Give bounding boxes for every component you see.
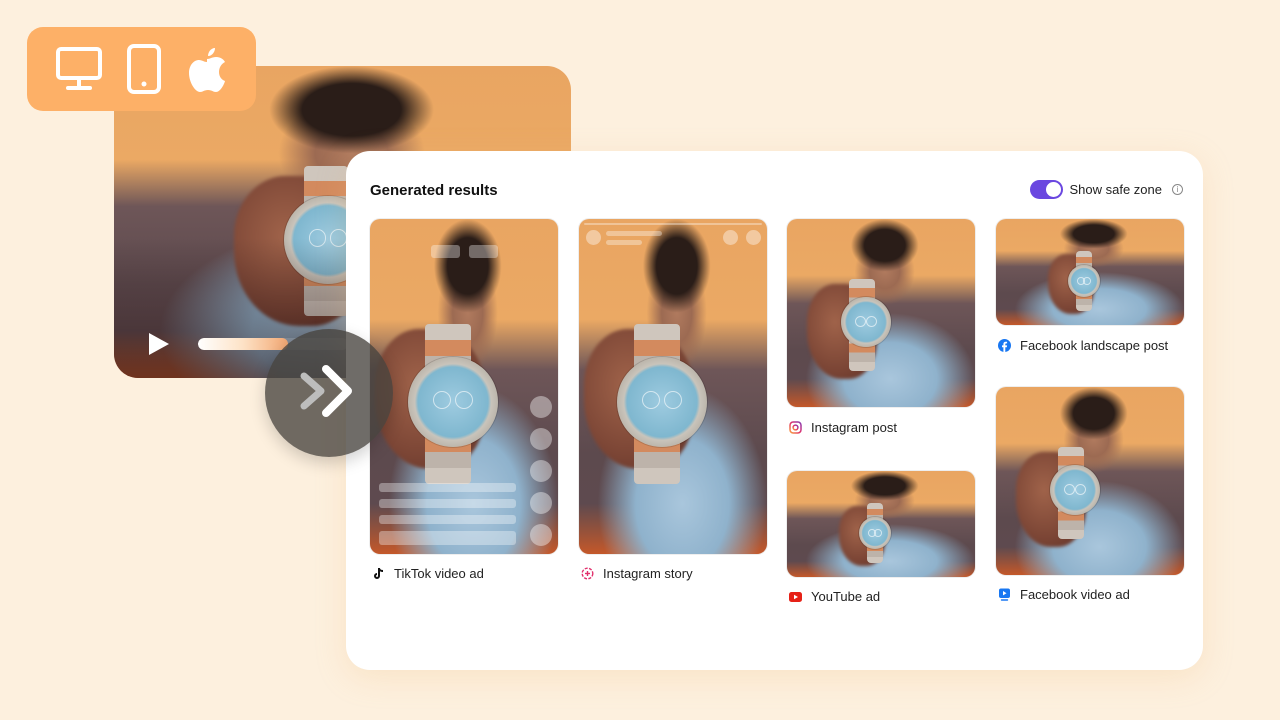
card-caption: Instagram post [789, 420, 897, 435]
card-label: Facebook landscape post [1020, 338, 1169, 353]
watch-face [841, 297, 891, 347]
safe-zone-overlay [530, 460, 552, 482]
watch-face [1050, 465, 1100, 515]
safe-zone-overlay [530, 492, 552, 514]
youtube-thumbnail [787, 471, 975, 577]
safe-zone-overlay [746, 230, 761, 245]
safe-zone-overlay [379, 531, 516, 545]
toggle-knob [1046, 182, 1062, 197]
safe-zone-overlay [431, 245, 460, 258]
safe-zone-overlay [584, 223, 762, 225]
tiktok-icon [372, 567, 385, 580]
safe-zone-control: Show safe zone i [1030, 180, 1183, 199]
watch-face [1068, 265, 1100, 297]
safe-zone-overlay [379, 483, 516, 492]
safe-zone-overlay [530, 396, 552, 418]
card-label: Instagram story [603, 566, 693, 581]
instagram-story-thumbnail [579, 219, 767, 554]
double-chevron-right-icon [294, 356, 364, 431]
safe-zone-overlay [606, 240, 642, 245]
facebook-video-thumbnail [996, 387, 1184, 575]
result-card-instagram-post[interactable]: Instagram post [787, 219, 975, 439]
result-card-youtube[interactable]: YouTube ad [787, 471, 975, 611]
instagram-story-icon [581, 567, 594, 580]
instagram-icon [789, 421, 802, 434]
safe-zone-overlay [469, 245, 498, 258]
card-caption: Instagram story [581, 566, 693, 581]
watch-face [617, 357, 707, 447]
apple-icon [186, 44, 228, 94]
tablet-icon [126, 43, 162, 95]
play-icon[interactable] [149, 333, 169, 355]
safe-zone-overlay [606, 231, 662, 236]
card-label: Facebook video ad [1020, 587, 1130, 602]
safe-zone-overlay [723, 230, 738, 245]
instagram-post-thumbnail [787, 219, 975, 407]
convert-button[interactable] [265, 329, 393, 457]
device-badge [27, 27, 256, 111]
card-label: YouTube ad [811, 589, 881, 604]
card-caption: TikTok video ad [372, 566, 484, 581]
result-card-facebook-landscape[interactable]: Facebook landscape post [996, 219, 1184, 359]
card-caption: Facebook video ad [998, 587, 1130, 602]
safe-zone-overlay [530, 428, 552, 450]
watch-face [408, 357, 498, 447]
facebook-video-icon [998, 588, 1011, 601]
safe-zone-label: Show safe zone [1069, 182, 1162, 197]
watch-face [859, 517, 891, 549]
card-label: Instagram post [811, 420, 897, 435]
result-card-facebook-video[interactable]: Facebook video ad [996, 387, 1184, 607]
safe-zone-overlay [379, 515, 516, 524]
youtube-icon [789, 590, 802, 603]
card-caption: Facebook landscape post [998, 338, 1168, 353]
panel-title: Generated results [370, 182, 498, 199]
result-card-tiktok[interactable]: TikTok video ad [370, 219, 558, 589]
desktop-monitor-icon [55, 46, 103, 92]
card-caption: YouTube ad [789, 589, 880, 604]
safe-zone-overlay [379, 499, 516, 508]
facebook-icon [998, 339, 1011, 352]
safe-zone-toggle[interactable] [1030, 180, 1064, 199]
card-label: TikTok video ad [394, 566, 484, 581]
video-progress-fill [198, 338, 288, 350]
tiktok-thumbnail [370, 219, 558, 554]
results-panel: Generated results Show safe zone i TikTo… [346, 151, 1203, 670]
facebook-landscape-thumbnail [996, 219, 1184, 325]
safe-zone-overlay [586, 230, 601, 245]
safe-zone-overlay [530, 524, 552, 546]
result-card-instagram-story[interactable]: Instagram story [579, 219, 767, 589]
info-icon[interactable]: i [1172, 184, 1183, 195]
